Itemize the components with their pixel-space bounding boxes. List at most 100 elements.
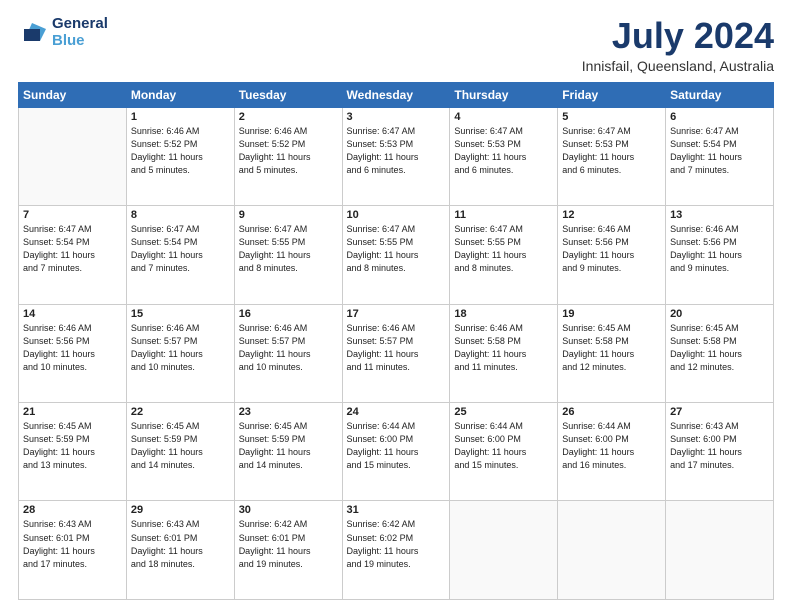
calendar-cell: 17 Sunrise: 6:46 AMSunset: 5:57 PMDayligh… — [342, 304, 450, 402]
calendar-cell — [666, 501, 774, 600]
calendar-cell: 5 Sunrise: 6:47 AMSunset: 5:53 PMDaylight… — [558, 107, 666, 205]
day-number: 20 — [670, 308, 769, 320]
day-number: 6 — [670, 111, 769, 123]
day-info: Sunrise: 6:43 AMSunset: 6:01 PMDaylight:… — [23, 518, 122, 570]
calendar-cell: 19Sunrise: 6:45 AMSunset: 5:58 PMDayligh… — [558, 304, 666, 402]
calendar-cell: 23 Sunrise: 6:45 AMSunset: 5:59 PMDayligh… — [234, 403, 342, 501]
calendar-cell: 18 Sunrise: 6:46 AMSunset: 5:58 PMDayligh… — [450, 304, 558, 402]
calendar-cell: 29 Sunrise: 6:43 AMSunset: 6:01 PMDayligh… — [126, 501, 234, 600]
day-info: Sunrise: 6:47 AMSunset: 5:54 PMDaylight:… — [131, 223, 230, 275]
day-number: 17 — [347, 308, 446, 320]
title-block: July 2024 Innisfail, Queensland, Austral… — [582, 16, 774, 74]
day-info: Sunrise: 6:43 AMSunset: 6:00 PMDaylight:… — [670, 420, 769, 472]
calendar-cell: 3 Sunrise: 6:47 AMSunset: 5:53 PMDaylight… — [342, 107, 450, 205]
day-info: Sunrise: 6:44 AMSunset: 6:00 PMDaylight:… — [347, 420, 446, 472]
day-info: Sunrise: 6:47 AMSunset: 5:54 PMDaylight:… — [23, 223, 122, 275]
calendar-cell: 24Sunrise: 6:44 AMSunset: 6:00 PMDayligh… — [342, 403, 450, 501]
page: General Blue July 2024 Innisfail, Queens… — [0, 0, 792, 612]
day-number: 14 — [23, 308, 122, 320]
header-cell-thursday: Thursday — [450, 82, 558, 107]
day-info: Sunrise: 6:44 AMSunset: 6:00 PMDaylight:… — [562, 420, 661, 472]
day-info: Sunrise: 6:47 AMSunset: 5:55 PMDaylight:… — [454, 223, 553, 275]
day-info: Sunrise: 6:47 AMSunset: 5:54 PMDaylight:… — [670, 125, 769, 177]
day-number: 30 — [239, 504, 338, 516]
calendar-cell — [19, 107, 127, 205]
calendar-cell — [450, 501, 558, 600]
calendar-cell: 6 Sunrise: 6:47 AMSunset: 5:54 PMDaylight… — [666, 107, 774, 205]
calendar-cell: 15 Sunrise: 6:46 AMSunset: 5:57 PMDayligh… — [126, 304, 234, 402]
week-row-2: 14 Sunrise: 6:46 AMSunset: 5:56 PMDayligh… — [19, 304, 774, 402]
day-info: Sunrise: 6:46 AMSunset: 5:56 PMDaylight:… — [23, 322, 122, 374]
logo-icon — [18, 19, 48, 47]
day-info: Sunrise: 6:46 AMSunset: 5:52 PMDaylight:… — [239, 125, 338, 177]
week-row-3: 21Sunrise: 6:45 AMSunset: 5:59 PMDayligh… — [19, 403, 774, 501]
day-number: 12 — [562, 209, 661, 221]
calendar-cell: 13 Sunrise: 6:46 AMSunset: 5:56 PMDayligh… — [666, 206, 774, 304]
calendar-cell: 7 Sunrise: 6:47 AMSunset: 5:54 PMDaylight… — [19, 206, 127, 304]
header: General Blue July 2024 Innisfail, Queens… — [18, 16, 774, 74]
day-number: 23 — [239, 406, 338, 418]
day-number: 29 — [131, 504, 230, 516]
calendar-header: SundayMondayTuesdayWednesdayThursdayFrid… — [19, 82, 774, 107]
calendar-cell: 14 Sunrise: 6:46 AMSunset: 5:56 PMDayligh… — [19, 304, 127, 402]
calendar-cell: 11 Sunrise: 6:47 AMSunset: 5:55 PMDayligh… — [450, 206, 558, 304]
day-number: 13 — [670, 209, 769, 221]
day-info: Sunrise: 6:45 AMSunset: 5:59 PMDaylight:… — [23, 420, 122, 472]
day-number: 5 — [562, 111, 661, 123]
calendar-cell: 22Sunrise: 6:45 AMSunset: 5:59 PMDayligh… — [126, 403, 234, 501]
day-number: 7 — [23, 209, 122, 221]
calendar-cell: 25Sunrise: 6:44 AMSunset: 6:00 PMDayligh… — [450, 403, 558, 501]
day-info: Sunrise: 6:46 AMSunset: 5:57 PMDaylight:… — [347, 322, 446, 374]
day-info: Sunrise: 6:46 AMSunset: 5:52 PMDaylight:… — [131, 125, 230, 177]
day-info: Sunrise: 6:47 AMSunset: 5:55 PMDaylight:… — [347, 223, 446, 275]
header-cell-tuesday: Tuesday — [234, 82, 342, 107]
subtitle: Innisfail, Queensland, Australia — [582, 58, 774, 74]
calendar-cell: 20Sunrise: 6:45 AMSunset: 5:58 PMDayligh… — [666, 304, 774, 402]
day-info: Sunrise: 6:45 AMSunset: 5:58 PMDaylight:… — [562, 322, 661, 374]
calendar-cell: 4 Sunrise: 6:47 AMSunset: 5:53 PMDaylight… — [450, 107, 558, 205]
day-number: 15 — [131, 308, 230, 320]
calendar-cell: 2Sunrise: 6:46 AMSunset: 5:52 PMDaylight… — [234, 107, 342, 205]
day-info: Sunrise: 6:42 AMSunset: 6:01 PMDaylight:… — [239, 518, 338, 570]
calendar-body: 1Sunrise: 6:46 AMSunset: 5:52 PMDaylight… — [19, 107, 774, 599]
calendar-table: SundayMondayTuesdayWednesdayThursdayFrid… — [18, 82, 774, 600]
calendar-cell: 28 Sunrise: 6:43 AMSunset: 6:01 PMDayligh… — [19, 501, 127, 600]
day-number: 27 — [670, 406, 769, 418]
logo: General Blue — [18, 16, 108, 49]
header-cell-sunday: Sunday — [19, 82, 127, 107]
day-info: Sunrise: 6:47 AMSunset: 5:53 PMDaylight:… — [562, 125, 661, 177]
header-row: SundayMondayTuesdayWednesdayThursdayFrid… — [19, 82, 774, 107]
header-cell-friday: Friday — [558, 82, 666, 107]
calendar-cell: 12 Sunrise: 6:46 AMSunset: 5:56 PMDayligh… — [558, 206, 666, 304]
calendar-cell: 10Sunrise: 6:47 AMSunset: 5:55 PMDayligh… — [342, 206, 450, 304]
day-info: Sunrise: 6:46 AMSunset: 5:57 PMDaylight:… — [131, 322, 230, 374]
day-number: 3 — [347, 111, 446, 123]
day-number: 31 — [347, 504, 446, 516]
day-info: Sunrise: 6:46 AMSunset: 5:57 PMDaylight:… — [239, 322, 338, 374]
day-info: Sunrise: 6:47 AMSunset: 5:55 PMDaylight:… — [239, 223, 338, 275]
day-info: Sunrise: 6:45 AMSunset: 5:59 PMDaylight:… — [131, 420, 230, 472]
header-cell-wednesday: Wednesday — [342, 82, 450, 107]
day-number: 25 — [454, 406, 553, 418]
logo-line2: Blue — [52, 33, 108, 50]
header-cell-monday: Monday — [126, 82, 234, 107]
calendar-cell: 1Sunrise: 6:46 AMSunset: 5:52 PMDaylight… — [126, 107, 234, 205]
calendar-cell: 31Sunrise: 6:42 AMSunset: 6:02 PMDayligh… — [342, 501, 450, 600]
day-number: 28 — [23, 504, 122, 516]
day-number: 11 — [454, 209, 553, 221]
day-info: Sunrise: 6:45 AMSunset: 5:59 PMDaylight:… — [239, 420, 338, 472]
day-info: Sunrise: 6:43 AMSunset: 6:01 PMDaylight:… — [131, 518, 230, 570]
day-info: Sunrise: 6:47 AMSunset: 5:53 PMDaylight:… — [347, 125, 446, 177]
day-number: 4 — [454, 111, 553, 123]
day-number: 16 — [239, 308, 338, 320]
calendar-cell: 9Sunrise: 6:47 AMSunset: 5:55 PMDaylight… — [234, 206, 342, 304]
day-info: Sunrise: 6:46 AMSunset: 5:56 PMDaylight:… — [562, 223, 661, 275]
logo-line1: General — [52, 16, 108, 33]
week-row-4: 28 Sunrise: 6:43 AMSunset: 6:01 PMDayligh… — [19, 501, 774, 600]
day-number: 18 — [454, 308, 553, 320]
day-info: Sunrise: 6:46 AMSunset: 5:56 PMDaylight:… — [670, 223, 769, 275]
day-info: Sunrise: 6:46 AMSunset: 5:58 PMDaylight:… — [454, 322, 553, 374]
day-number: 8 — [131, 209, 230, 221]
day-info: Sunrise: 6:47 AMSunset: 5:53 PMDaylight:… — [454, 125, 553, 177]
day-number: 26 — [562, 406, 661, 418]
